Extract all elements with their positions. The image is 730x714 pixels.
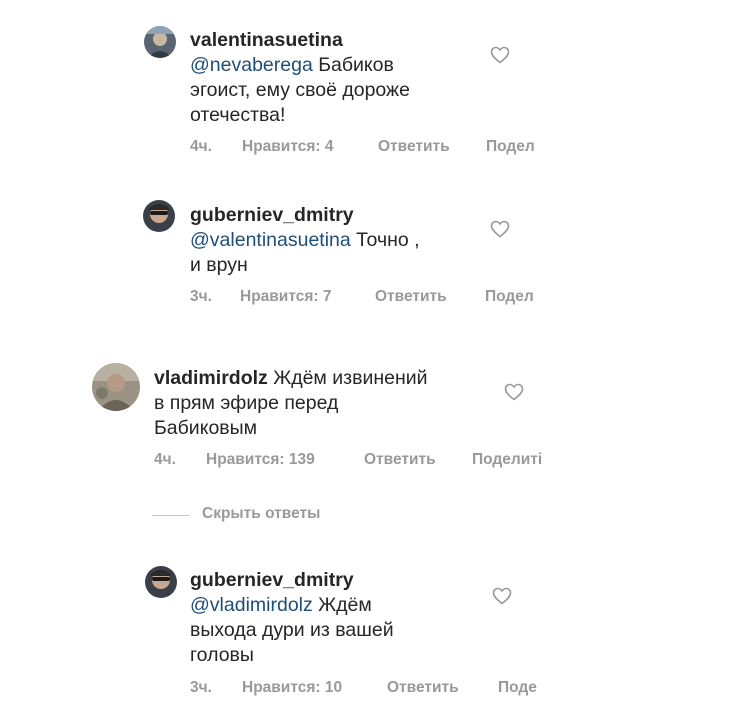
reply-button[interactable]: Ответить <box>378 138 450 156</box>
comment-text: Ждём извинений <box>267 367 428 389</box>
comment-text: Ждём <box>312 594 372 616</box>
comment-text: выхода дури из вашей <box>190 619 394 641</box>
timestamp: 4ч. <box>154 451 176 468</box>
likes-count[interactable]: Нравится: 10 <box>242 679 342 697</box>
comment-text: Точно , <box>350 229 420 251</box>
heart-outline-icon[interactable] <box>490 220 510 238</box>
avatar[interactable] <box>92 363 140 411</box>
comment-text: в прям эфире перед <box>154 392 339 414</box>
share-button[interactable]: Подел <box>486 138 535 156</box>
mention-link[interactable]: @nevaberega <box>190 54 313 76</box>
username[interactable]: guberniev_dmitry <box>190 569 354 591</box>
comment-text: головы <box>190 644 254 666</box>
likes-count[interactable]: Нравится: 4 <box>242 138 333 156</box>
share-button[interactable]: Поде <box>498 679 537 697</box>
mention-link[interactable]: @valentinasuetina <box>190 229 351 251</box>
comment-text: и врун <box>190 254 248 276</box>
avatar[interactable] <box>144 26 176 58</box>
heart-outline-icon[interactable] <box>492 587 512 605</box>
username[interactable]: vladimirdolz <box>154 367 268 389</box>
timestamp: 4ч. <box>190 138 212 155</box>
likes-count[interactable]: Нравится: 139 <box>206 451 315 469</box>
timestamp: 3ч. <box>190 679 212 696</box>
mention-link[interactable]: @vladimirdolz <box>190 594 313 616</box>
reply-button[interactable]: Ответить <box>387 679 459 697</box>
timestamp: 3ч. <box>190 288 212 305</box>
share-button[interactable]: Подел <box>485 288 534 306</box>
avatar[interactable] <box>145 566 177 598</box>
share-button[interactable]: Поделиті <box>472 451 542 469</box>
username[interactable]: guberniev_dmitry <box>190 204 354 226</box>
divider <box>152 515 190 516</box>
heart-outline-icon[interactable] <box>490 46 510 64</box>
comment-text: Бабиковым <box>154 417 258 439</box>
hide-replies-label[interactable]: Скрыть ответы <box>202 505 320 523</box>
username[interactable]: valentinasuetina <box>190 29 343 51</box>
heart-outline-icon[interactable] <box>504 383 524 401</box>
comment-text: отечества! <box>190 104 286 126</box>
reply-button[interactable]: Ответить <box>375 288 447 306</box>
comment-text: эгоист, ему своё дороже <box>190 79 410 101</box>
reply-button[interactable]: Ответить <box>364 451 436 469</box>
avatar[interactable] <box>143 200 175 232</box>
comment-text: Бабиков <box>312 54 394 76</box>
likes-count[interactable]: Нравится: 7 <box>240 288 331 306</box>
